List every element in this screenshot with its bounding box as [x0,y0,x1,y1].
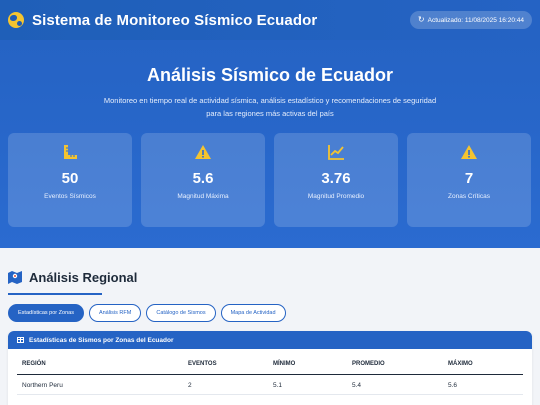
tab-rfm-analysis[interactable]: Análisis RFM [88,304,142,322]
tab-earthquake-catalog[interactable]: Catálogo de Sismos [146,304,216,322]
last-updated-badge: ↻ Actualizado: 11/08/2025 16:20:44 [409,11,532,29]
cell-avg: 5.4 [352,382,362,389]
alert-icon [407,143,531,161]
table-icon [17,337,24,343]
table-header-bar: Estadísticas de Sismos por Zonas del Ecu… [8,331,532,349]
stat-label: Magnitud Máxima [177,193,229,200]
last-updated-text: Actualizado: 11/08/2025 16:20:44 [427,16,524,24]
hero-subtitle: Monitoreo en tiempo real de actividad sí… [103,96,437,118]
globe-icon [8,12,24,28]
regional-analysis-section: Análisis Regional Estadísticas por Zonas… [0,248,540,405]
stat-label: Eventos Sísmicos [44,193,96,200]
app-header: Sistema de Monitoreo Sísmico Ecuador ↻ A… [0,0,540,40]
ruler-icon [8,143,132,161]
column-header-avg[interactable]: PROMEDIO [352,361,385,367]
tab-zone-stats[interactable]: Estadísticas por Zonas [8,304,84,322]
stat-card-events: 50 Eventos Sísmicos [8,133,132,227]
map-icon [8,271,22,284]
table-row: Northern Peru 2 5.1 5.4 5.6 [17,375,523,395]
stat-value: 50 [61,170,79,187]
table-column-headers: REGIÓN EVENTOS MÍNIMO PROMEDIO MÁXIMO [17,357,523,375]
table-title: Estadísticas de Sismos por Zonas del Ecu… [29,336,174,344]
cell-max: 5.6 [448,382,458,389]
cell-events: 2 [188,382,192,389]
hero-title: Análisis Sísmico de Ecuador [146,65,394,85]
stat-value: 7 [464,170,474,187]
stat-label: Magnitud Promedio [307,193,365,200]
warning-icon [141,143,265,161]
regional-tabs: Estadísticas por Zonas Análisis RFM Catá… [8,304,286,322]
zone-stats-table: Estadísticas de Sismos por Zonas del Ecu… [8,331,532,405]
section-title: Análisis Regional [29,270,138,285]
refresh-icon: ↻ [417,15,425,24]
stat-card-critical-zones: 7 Zonas Críticas [407,133,531,227]
hero-section: Análisis Sísmico de Ecuador Monitoreo en… [0,40,540,248]
tab-activity-map[interactable]: Mapa de Actividad [220,304,286,322]
column-header-min[interactable]: MÍNIMO [273,361,295,367]
stat-card-avg-magnitude: 3.76 Magnitud Promedio [274,133,398,227]
line-chart-icon [274,143,398,161]
stat-label: Zonas Críticas [448,193,490,200]
column-header-max[interactable]: MÁXIMO [448,361,473,367]
stat-value: 5.6 [192,170,214,187]
section-underline [8,293,102,295]
section-heading: Análisis Regional [8,270,137,285]
column-header-region[interactable]: REGIÓN [22,361,46,367]
app-title: Sistema de Monitoreo Sísmico Ecuador [32,11,318,29]
cell-min: 5.1 [273,382,283,389]
stat-card-max-magnitude: 5.6 Magnitud Máxima [141,133,265,227]
column-header-events[interactable]: EVENTOS [188,361,217,367]
stat-value: 3.76 [321,170,351,187]
cell-region: Northern Peru [22,382,63,389]
